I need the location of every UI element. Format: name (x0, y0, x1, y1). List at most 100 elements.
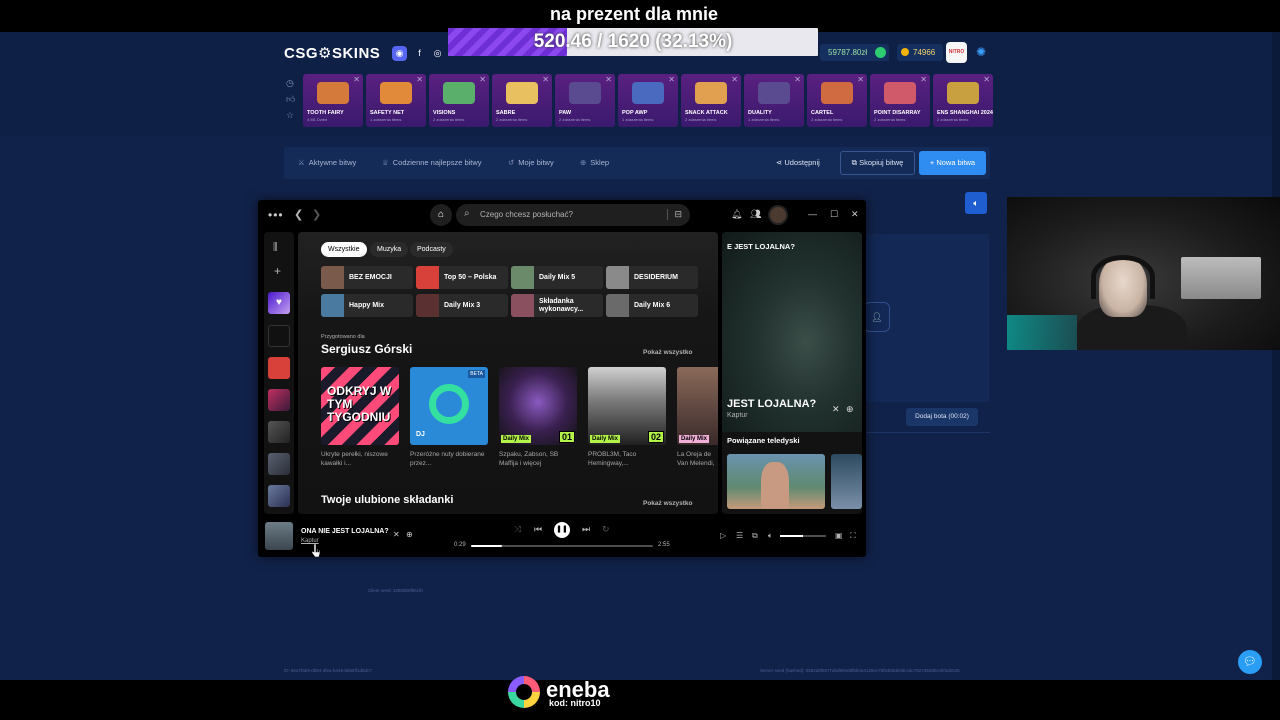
quick-pick-item[interactable]: Daily Mix 3 (416, 294, 508, 317)
back-arrow-icon[interactable]: ❮ (294, 208, 303, 221)
remove-case-icon[interactable]: ✕ (479, 75, 486, 84)
user-avatar[interactable]: NITRO (946, 42, 967, 63)
fullscreen-icon[interactable]: ⛶ (850, 531, 856, 541)
quick-pick-item[interactable]: Happy Mix (321, 294, 413, 317)
case-card[interactable]: ✕ VISIONS 2 zdarzenia items (429, 74, 489, 127)
library-icon[interactable]: ⫼ (273, 242, 278, 253)
nav-shop[interactable]: ⊕ Sklep (580, 147, 609, 179)
library-item[interactable] (268, 325, 290, 347)
copy-battle-button[interactable]: ⧉ Skopiuj bitwę (840, 151, 915, 175)
volume-icon[interactable]: 🔈︎ (768, 531, 773, 541)
now-playing-title[interactable]: JEST LOJALNA? (727, 398, 816, 410)
connect-device-icon[interactable]: ⧉ (752, 531, 758, 541)
library-item[interactable] (268, 421, 290, 443)
nav-my-battles[interactable]: ↺ Moje bitwy (508, 147, 554, 179)
chip-podcasts[interactable]: Podcasty (410, 242, 453, 257)
remove-case-icon[interactable]: ✕ (542, 75, 549, 84)
forward-arrow-icon[interactable]: ❯ (312, 208, 321, 221)
quick-pick-item[interactable]: Składanka wykonawcy... (511, 294, 603, 317)
case-card[interactable]: ✕ SNACK ATTACK 2 zdarzenia items (681, 74, 741, 127)
case-card[interactable]: ✕ DUALITY 1 zdarzenia items (744, 74, 804, 127)
sound-toggle-button[interactable]: 🔈︎ (965, 192, 987, 214)
library-item[interactable] (268, 389, 290, 411)
miniplayer-icon[interactable]: ▣ (835, 531, 843, 540)
instagram-icon[interactable]: ◎ (430, 46, 445, 61)
remove-case-icon[interactable]: ✕ (794, 75, 801, 84)
user-slot-icon[interactable]: 👤︎ (864, 302, 890, 332)
now-playing-artist[interactable]: Kaptur (727, 412, 748, 419)
case-card[interactable]: ✕ ENS SHANGHAI 2024 2 zdarzenia items (933, 74, 993, 127)
star-icon[interactable]: ☆ (286, 110, 296, 126)
daily-mix-1-card[interactable]: Daily Mix 01 Szpaku, Żabson, SB Maffija … (499, 367, 577, 468)
show-all-link[interactable]: Pokaż wszystko (643, 500, 693, 507)
related-video-thumbnail[interactable] (831, 454, 862, 509)
balance-display[interactable]: 59787.80zł (820, 44, 890, 61)
track-title[interactable]: ONA NIE JEST LOJALNA? (301, 528, 389, 535)
discover-weekly-card[interactable]: ODKRYJ W TYM TYGODNIU Ukryte perełki, ni… (321, 367, 399, 468)
friends-icon[interactable]: 👥︎ (750, 209, 761, 220)
close-icon[interactable]: ✕ (832, 404, 840, 415)
shuffle-icon[interactable]: ⤨ (514, 524, 521, 535)
case-card[interactable]: ✕ SAFETY NET 1 zdarzenia items (366, 74, 426, 127)
case-card[interactable]: ✕ CARTEL 2 zdarzenia items (807, 74, 867, 127)
clock-icon[interactable]: ◷ (286, 78, 296, 94)
previous-icon[interactable]: ⏮︎ (534, 524, 542, 535)
queue-icon[interactable]: ☰ (736, 531, 743, 540)
minimize-icon[interactable]: — (808, 209, 817, 219)
library-item[interactable] (268, 357, 290, 379)
discord-icon[interactable]: ◉ (392, 46, 407, 61)
now-playing-view-icon[interactable]: ▷ (720, 531, 726, 540)
menu-icon[interactable]: ••• (268, 208, 284, 222)
pause-button[interactable]: ❚❚ (554, 522, 570, 538)
quick-pick-item[interactable]: Top 50 – Polska (416, 266, 508, 289)
chip-all[interactable]: Wszystkie (321, 242, 367, 257)
repeat-icon[interactable]: ↻ (602, 524, 610, 535)
case-card[interactable]: ✕ SABRE 2 zdarzenia items (492, 74, 552, 127)
chip-music[interactable]: Muzyka (370, 242, 409, 257)
nav-daily-best[interactable]: ♕ Codzienne najlepsze bitwy (382, 147, 482, 179)
next-icon[interactable]: ⏭︎ (582, 524, 590, 535)
dj-card[interactable]: DJ BETA Przeróżne nuty dobierane przez..… (410, 367, 488, 468)
maximize-icon[interactable]: ☐ (830, 209, 838, 220)
section-title-favorites[interactable]: Twoje ulubione składanki (321, 494, 453, 506)
remove-case-icon[interactable]: ✕ (731, 75, 738, 84)
daily-mix-2-card[interactable]: Daily Mix 02 PROBL3M, Taco Hemingway,... (588, 367, 666, 468)
daily-mix-3-card[interactable]: Daily Mix La Oreja de Van Melendi, Sh... (677, 367, 718, 468)
remove-case-icon[interactable]: ✕ (353, 75, 360, 84)
remove-case-icon[interactable]: ✕ (668, 75, 675, 84)
case-card[interactable]: ✕ TOOTH FAIRY 4 M1 Dzień (303, 74, 363, 127)
close-icon[interactable]: ✕ (851, 209, 859, 220)
quick-pick-item[interactable]: DESIDERIUM (606, 266, 698, 289)
deposit-icon[interactable] (875, 47, 887, 58)
show-all-link[interactable]: Pokaż wszystko (643, 349, 693, 356)
remove-case-icon[interactable]: ✕ (857, 75, 864, 84)
remove-case-icon[interactable]: ✕ (605, 75, 612, 84)
quick-pick-item[interactable]: Daily Mix 6 (606, 294, 698, 317)
add-bot-button[interactable]: Dodaj bota (00:02) (906, 408, 978, 426)
remove-case-icon[interactable]: ✕ (983, 75, 990, 84)
site-logo[interactable]: CSG⚙SKINS (284, 44, 380, 62)
remove-case-icon[interactable]: ✕ (920, 75, 927, 84)
scroll-strip[interactable] (1272, 32, 1280, 680)
remove-case-icon[interactable]: ✕ (416, 75, 423, 84)
related-video-thumbnail[interactable] (727, 454, 825, 509)
home-icon[interactable]: ⌂ (430, 204, 452, 226)
new-battle-button[interactable]: + Nowa bitwa (919, 151, 986, 175)
add-to-library-icon[interactable]: ⊕ (846, 404, 854, 415)
browse-icon[interactable]: ⊟ (667, 209, 682, 220)
quick-pick-item[interactable]: BEZ EMOCJI (321, 266, 413, 289)
library-item[interactable] (268, 453, 290, 475)
gear-icon[interactable]: ✺ (976, 46, 988, 58)
search-bar[interactable]: ⌕ Czego chcesz posłuchać? ⊟ (456, 204, 690, 226)
bell-icon[interactable]: 🔔︎ (731, 209, 742, 220)
profile-avatar[interactable] (768, 205, 788, 225)
track-art[interactable] (265, 522, 293, 550)
case-card[interactable]: ✕ POP AWP 1 zdarzenia items (618, 74, 678, 127)
add-to-library-icon[interactable]: ⊕ (406, 530, 413, 539)
library-item[interactable] (268, 485, 290, 507)
section-title-user[interactable]: Sergiusz Górski (321, 342, 412, 356)
liked-songs-item[interactable]: ♥ (268, 292, 290, 314)
facebook-icon[interactable]: f (412, 46, 427, 61)
quick-pick-item[interactable]: Daily Mix 5 (511, 266, 603, 289)
nav-active-battles[interactable]: ⚔ Aktywne bitwy (298, 147, 356, 179)
